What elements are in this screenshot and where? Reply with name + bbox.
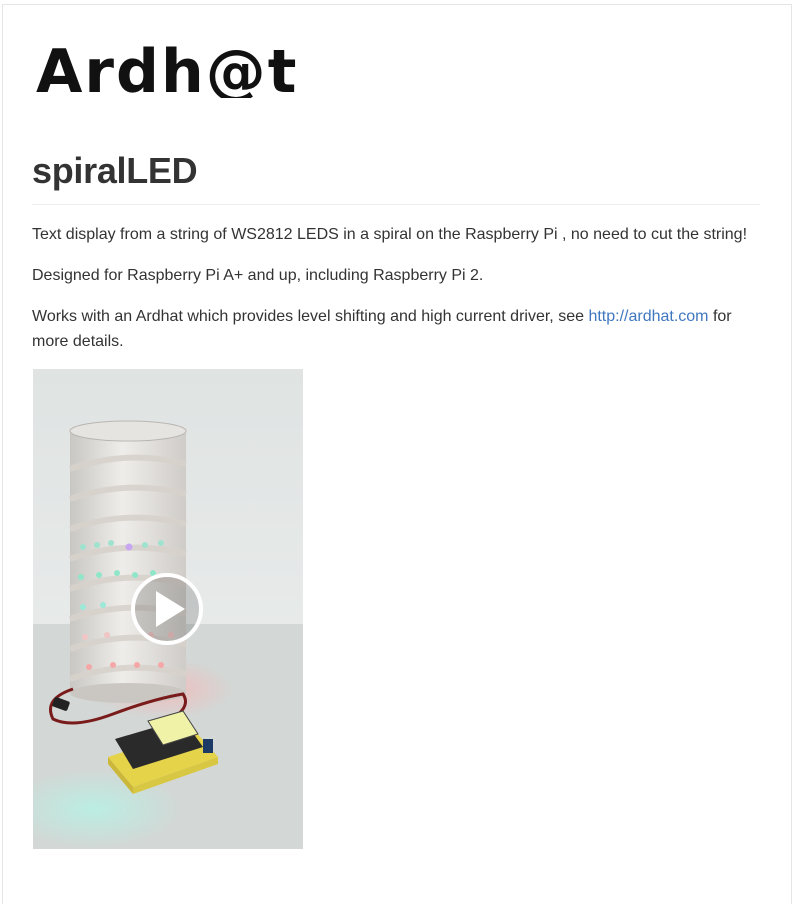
description-paragraph: Text display from a string of WS2812 LED… [32,226,748,243]
play-icon[interactable] [131,573,203,645]
ardhat-logo[interactable]: Ardh@t [36,42,326,98]
ardhat-link[interactable]: http://ardhat.com [588,308,708,325]
logo-graphic: Ardh@t [36,42,298,98]
ardhat-text-before: Works with an Ardhat which provides leve… [32,308,589,325]
video-thumbnail [33,369,303,849]
page-title: spiralLED [32,150,198,191]
video-player[interactable] [33,369,303,849]
ardhat-paragraph: Works with an Ardhat which provides leve… [32,304,760,354]
logo-wordmark: Ardh@t [36,42,298,98]
title-divider [32,204,760,205]
compatibility-paragraph: Designed for Raspberry Pi A+ and up, inc… [32,267,484,284]
